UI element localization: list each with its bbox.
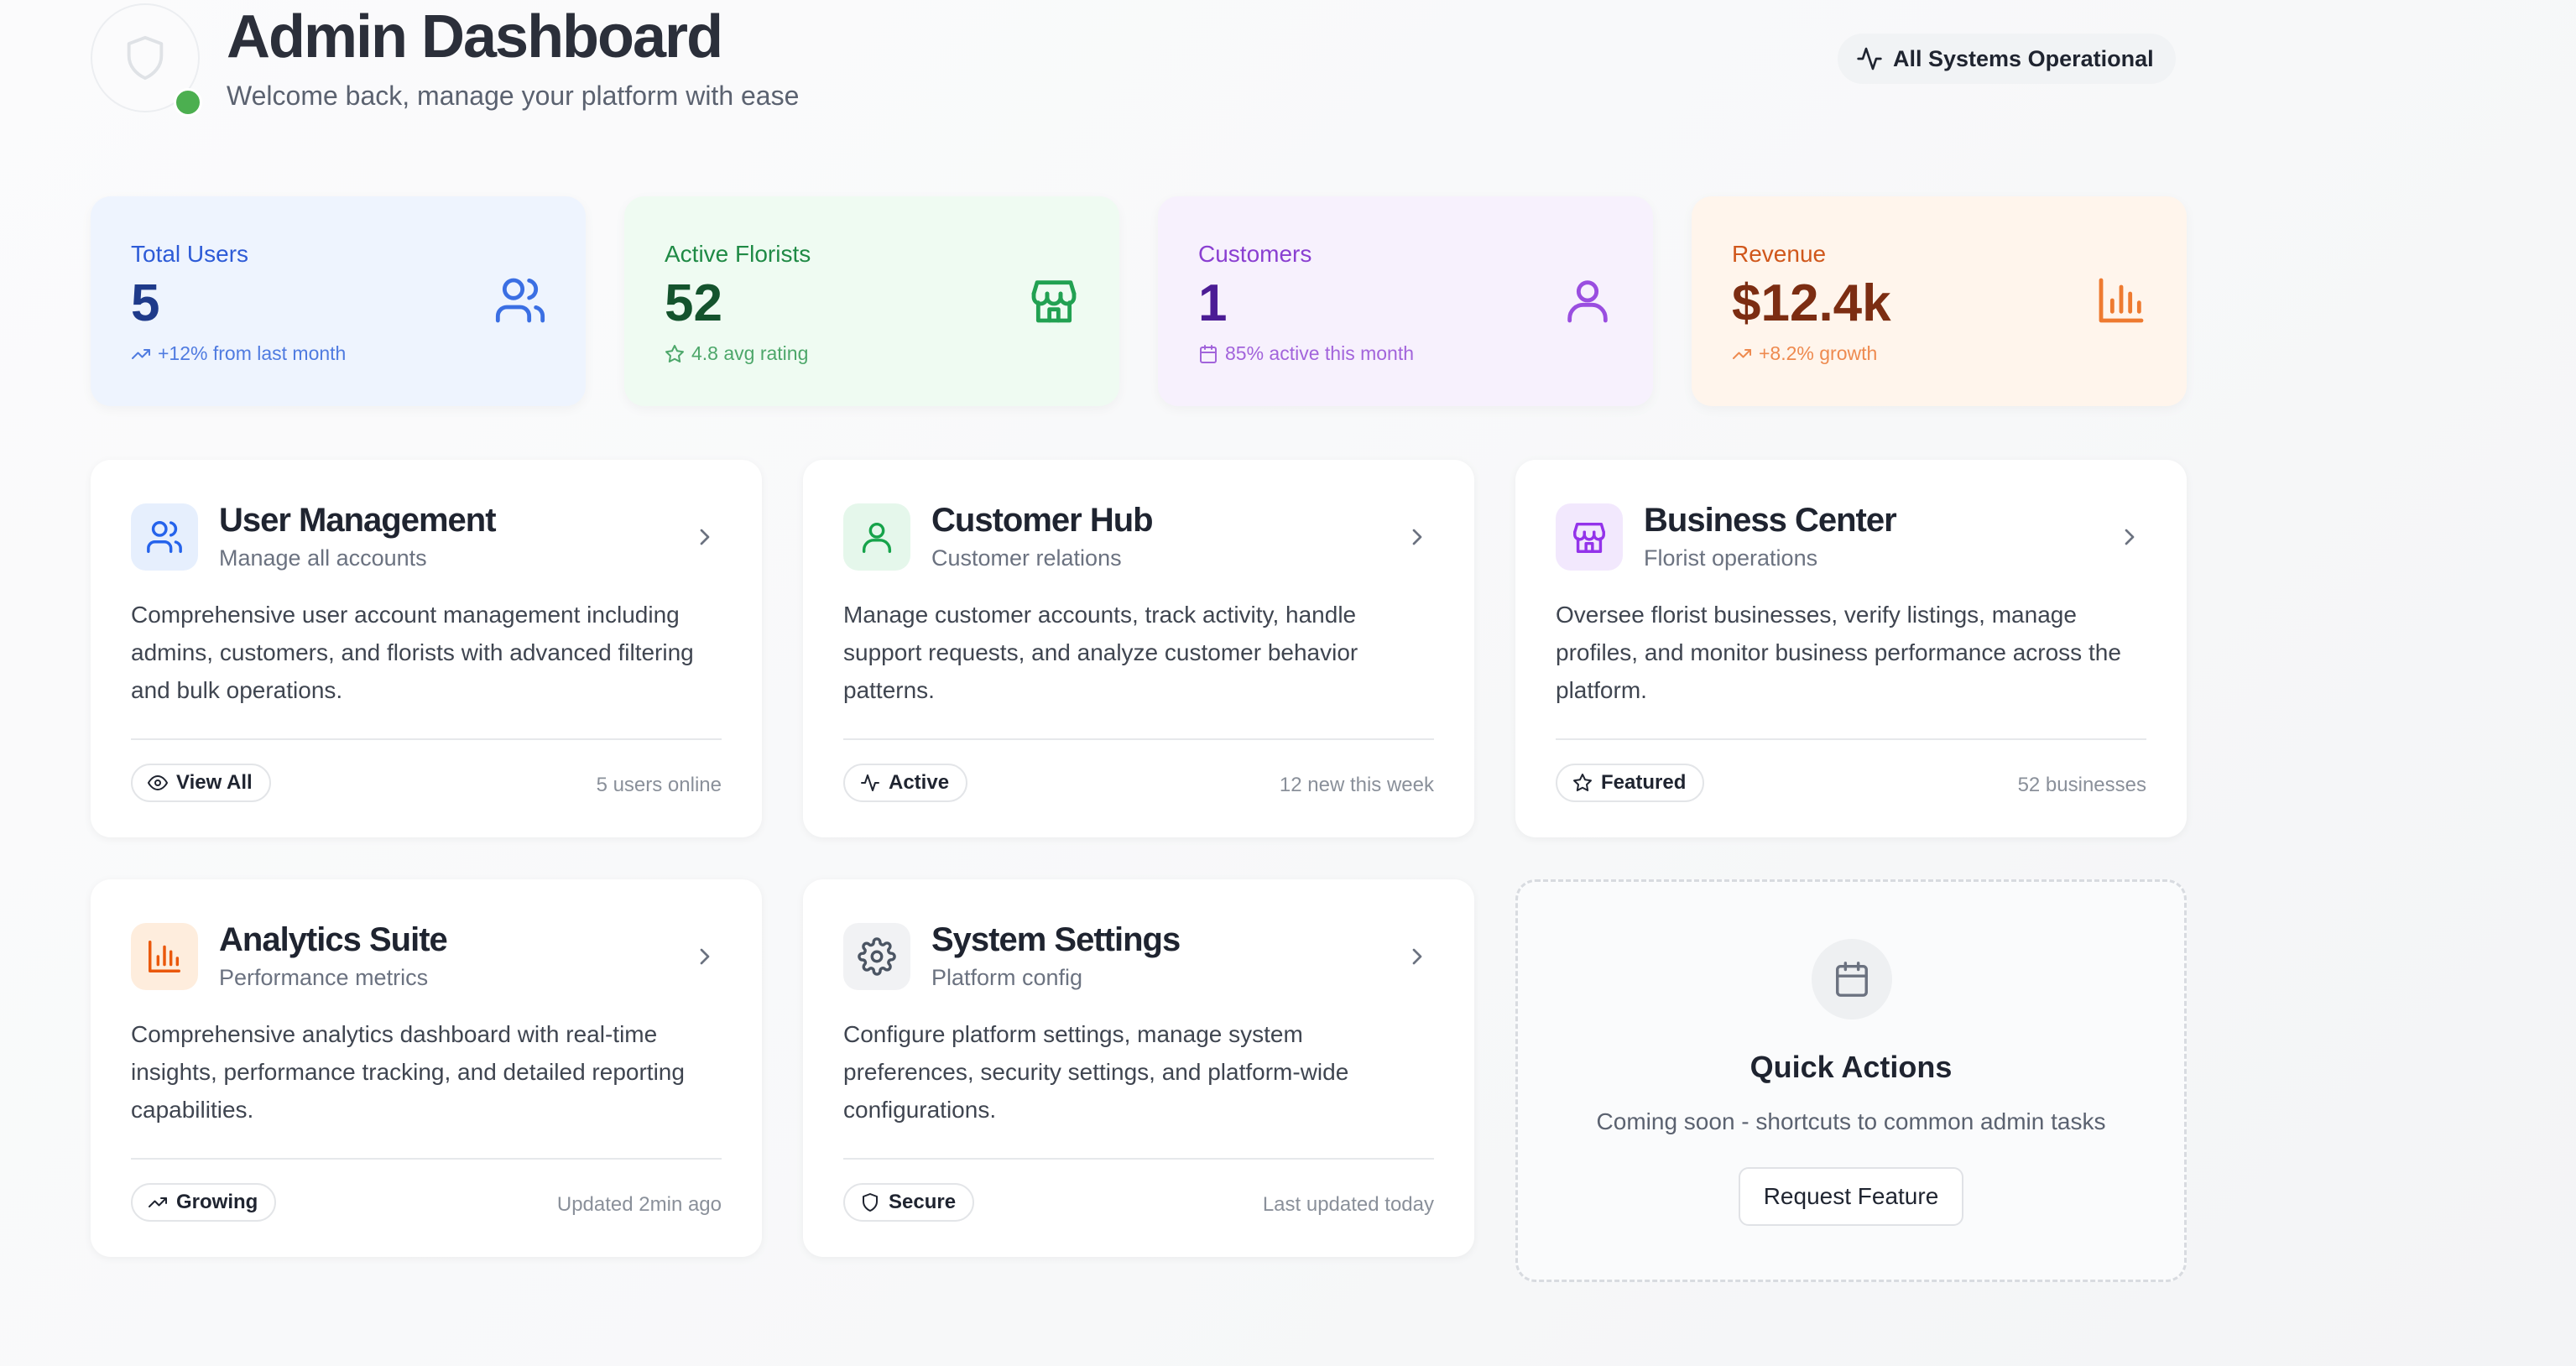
card-title: Analytics Suite	[219, 921, 448, 958]
admin-avatar	[91, 3, 202, 117]
trending-up-icon	[148, 1192, 168, 1212]
card-title: Business Center	[1644, 502, 1897, 539]
chevron-right-icon[interactable]	[691, 524, 718, 550]
stat-card-total-users[interactable]: Total Users 5 +12% from last month	[91, 196, 586, 406]
star-icon	[1572, 773, 1593, 793]
quick-actions-title: Quick Actions	[1749, 1050, 1953, 1084]
trending-up-icon	[1732, 344, 1752, 364]
card-analytics-suite[interactable]: Analytics Suite Performance metrics Comp…	[91, 879, 762, 1257]
card-title: System Settings	[931, 921, 1181, 958]
calendar-icon	[1198, 344, 1218, 364]
eye-icon	[148, 773, 168, 793]
page-header: Admin Dashboard Welcome back, manage you…	[91, 0, 2188, 126]
activity-icon	[1856, 45, 1883, 72]
card-title: Customer Hub	[931, 502, 1154, 539]
card-divider	[131, 738, 722, 740]
users-icon	[131, 503, 198, 571]
card-subtitle: Customer relations	[931, 545, 1122, 571]
card-description: Manage customer accounts, track activity…	[843, 602, 1358, 703]
card-meta: Updated 2min ago	[556, 1193, 722, 1216]
card-customer-hub[interactable]: Customer Hub Customer relations Manage c…	[803, 460, 1474, 837]
quick-actions-card: Quick Actions Coming soon - shortcuts to…	[1515, 879, 2187, 1282]
stat-label: Active Florists	[665, 241, 811, 267]
card-divider	[1556, 738, 2146, 740]
stat-card-customers[interactable]: Customers 1 85% active this month	[1158, 196, 1653, 406]
card-subtitle: Manage all accounts	[219, 545, 427, 571]
quick-actions-subtitle: Coming soon - shortcuts to common admin …	[1596, 1108, 2106, 1134]
card-subtitle: Florist operations	[1644, 545, 1818, 571]
store-icon	[1556, 503, 1623, 571]
card-system-settings[interactable]: System Settings Platform config Configur…	[803, 879, 1474, 1257]
growing-button[interactable]: Growing	[131, 1183, 277, 1222]
online-status-dot	[174, 88, 202, 117]
card-description: Comprehensive analytics dashboard with r…	[131, 1021, 685, 1123]
chevron-right-icon[interactable]	[1404, 524, 1431, 550]
chevron-right-icon[interactable]	[691, 943, 718, 970]
system-status-text: All Systems Operational	[1893, 45, 2154, 71]
card-business-center[interactable]: Business Center Florist operations Overs…	[1515, 460, 2187, 837]
stat-card-revenue[interactable]: Revenue $12.4k +8.2% growth	[1692, 196, 2187, 406]
gear-icon	[843, 923, 910, 990]
page-title: Admin Dashboard	[227, 3, 723, 70]
shield-icon	[860, 1192, 880, 1212]
featured-button[interactable]: Featured	[1556, 764, 1705, 802]
card-subtitle: Performance metrics	[219, 965, 429, 990]
stat-label: Customers	[1198, 241, 1312, 267]
stat-value: $12.4k	[1732, 274, 1891, 332]
chevron-right-icon[interactable]	[1404, 943, 1431, 970]
page-subtitle: Welcome back, manage your platform with …	[227, 81, 800, 111]
stat-label: Revenue	[1732, 241, 1827, 267]
system-status-badge[interactable]: All Systems Operational	[1838, 34, 2176, 84]
stat-value: 1	[1198, 274, 1228, 332]
star-icon	[665, 344, 685, 364]
card-meta: Last updated today	[1262, 1193, 1434, 1216]
stat-card-active-florists[interactable]: Active Florists 52 4.8 avg rating	[624, 196, 1119, 406]
card-user-management[interactable]: User Management Manage all accounts Comp…	[91, 460, 762, 837]
stat-footnote: +8.2% growth	[1732, 342, 1877, 365]
card-meta: 5 users online	[596, 774, 722, 796]
secure-button[interactable]: Secure	[843, 1183, 975, 1222]
users-icon	[493, 274, 547, 327]
user-icon	[843, 503, 910, 571]
store-icon	[1027, 274, 1081, 327]
card-description: Oversee florist businesses, verify listi…	[1556, 602, 2121, 703]
bar-chart-icon	[131, 923, 198, 990]
card-divider	[843, 738, 1434, 740]
card-description: Configure platform settings, manage syst…	[843, 1021, 1349, 1123]
stat-footnote: 85% active this month	[1198, 342, 1414, 365]
card-meta: 12 new this week	[1279, 774, 1434, 796]
calendar-icon	[1812, 939, 1892, 1019]
card-divider	[131, 1158, 722, 1160]
card-meta: 52 businesses	[2017, 774, 2146, 796]
view-all-button[interactable]: View All	[131, 764, 271, 802]
activity-icon	[860, 773, 880, 793]
stat-value: 5	[131, 274, 160, 332]
stat-label: Total Users	[131, 241, 249, 267]
bar-chart-icon	[2094, 274, 2148, 327]
stat-footnote: 4.8 avg rating	[665, 342, 808, 365]
request-feature-button[interactable]: Request Feature	[1739, 1167, 1963, 1226]
stat-value: 52	[665, 274, 722, 332]
chevron-right-icon[interactable]	[2116, 524, 2143, 550]
active-button[interactable]: Active	[843, 764, 968, 802]
card-title: User Management	[219, 502, 497, 539]
card-subtitle: Platform config	[931, 965, 1083, 990]
card-divider	[843, 1158, 1434, 1160]
user-icon	[1561, 274, 1614, 327]
stat-footnote: +12% from last month	[131, 342, 346, 365]
trending-up-icon	[131, 344, 151, 364]
card-description: Comprehensive user account management in…	[131, 602, 694, 703]
